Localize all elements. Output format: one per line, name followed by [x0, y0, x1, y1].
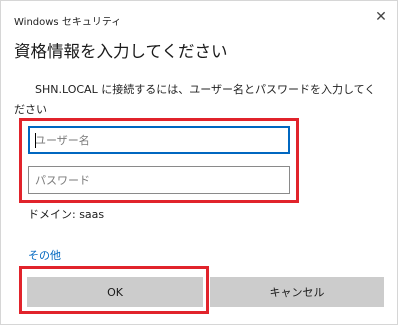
- more-choices-link[interactable]: その他: [28, 247, 61, 263]
- cancel-button[interactable]: キャンセル: [210, 277, 384, 307]
- ok-button[interactable]: OK: [27, 277, 203, 307]
- username-input[interactable]: [28, 126, 290, 154]
- app-name: Windows セキュリティ: [14, 17, 122, 28]
- dialog-title: 資格情報を入力してください: [14, 42, 228, 61]
- credential-dialog: Windows セキュリティ ✕ 資格情報を入力してください SHN.LOCAL…: [0, 0, 398, 325]
- close-icon[interactable]: ✕: [371, 7, 391, 27]
- domain-label: ドメイン: saas: [28, 208, 105, 221]
- text-caret: [35, 133, 36, 148]
- password-input[interactable]: [28, 166, 290, 194]
- dialog-message: SHN.LOCAL に接続するには、ユーザー名とパスワードを入力してください: [14, 83, 376, 116]
